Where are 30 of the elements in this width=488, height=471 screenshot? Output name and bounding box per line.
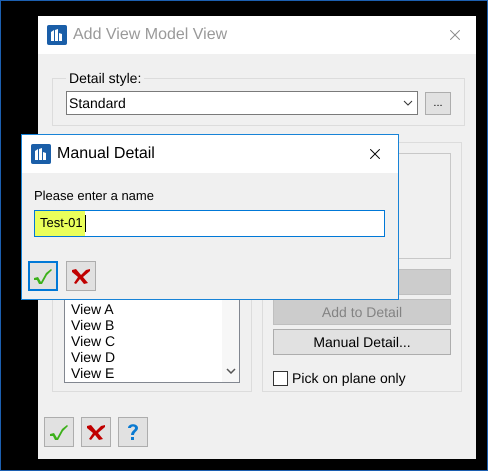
list-item[interactable]: View B	[71, 317, 222, 333]
group-label: Detail style:	[68, 69, 142, 88]
style-dropdown[interactable]: Standard	[66, 91, 418, 115]
question-mark-icon	[126, 422, 140, 442]
list-item[interactable]: View D	[71, 349, 222, 365]
window-title: Add View Model View	[73, 25, 228, 45]
checkbox[interactable]	[273, 371, 288, 386]
checkbox-label: Pick on plane only	[292, 369, 406, 388]
check-icon	[33, 266, 53, 284]
cross-icon	[71, 266, 91, 284]
action-button[interactable]: Manual Detail...	[273, 329, 451, 355]
chevron-down-icon	[226, 368, 236, 374]
list-item[interactable]: View A	[71, 301, 222, 317]
app-logo-icon	[31, 144, 51, 164]
dropdown-value: Standard	[69, 94, 127, 112]
list-item[interactable]: View C	[71, 333, 222, 349]
dialog-title: Manual Detail	[57, 144, 156, 164]
chevron-down-icon	[403, 100, 413, 106]
help-button[interactable]	[118, 417, 148, 447]
browse-button[interactable]: ...	[425, 92, 451, 114]
name-field[interactable]: Test-01	[34, 210, 385, 236]
cancel-button[interactable]	[81, 417, 111, 447]
app-logo-icon	[47, 25, 67, 45]
ok-button[interactable]	[28, 260, 58, 290]
list-item[interactable]: View E	[71, 365, 222, 381]
cross-icon	[86, 423, 106, 441]
cancel-button[interactable]	[66, 260, 96, 290]
field-value: Test-01	[35, 210, 85, 236]
prompt-label: Please enter a name	[34, 187, 155, 205]
check-icon	[49, 423, 69, 441]
